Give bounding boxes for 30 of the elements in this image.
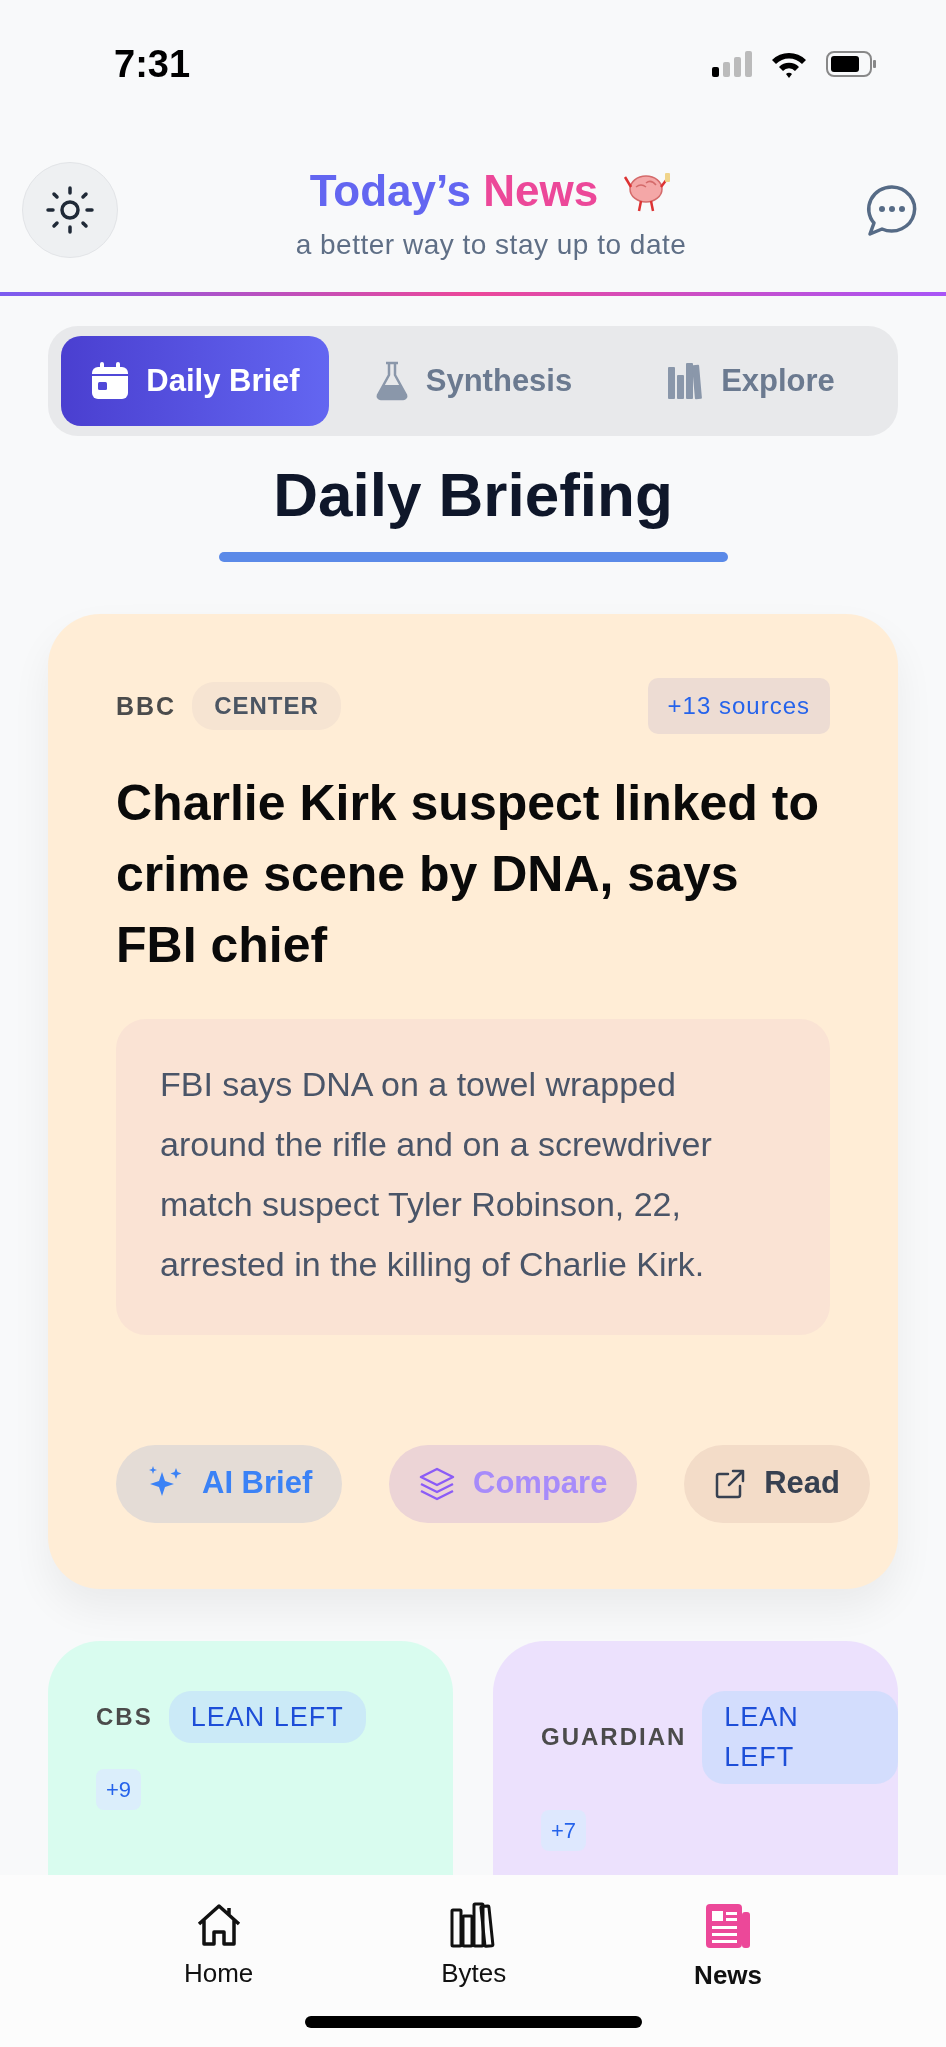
battery-icon [826,51,876,77]
newspaper-icon [704,1902,753,1950]
bias-tag: LEAN LEFT [168,1690,366,1744]
source-text: CBS [96,1701,153,1732]
calendar-icon [90,361,131,401]
read-button[interactable]: Read [684,1444,870,1523]
time-text: 7:31 [114,41,191,87]
bias-tag: LEAN LEFT [702,1690,898,1784]
app-title: Today’s News [309,165,599,217]
bias-tag: CENTER [192,682,341,731]
external-link-icon [714,1467,747,1500]
sun-icon [45,185,95,235]
count-tag: +9 [96,1769,142,1811]
layers-icon [419,1466,456,1501]
source-text: BBC [116,690,177,722]
source-text: GUARDIAN [541,1722,687,1753]
tab[interactable]: Synthesis [339,336,607,426]
tab[interactable]: Daily Brief [61,336,329,426]
sources-count-tag: +13 sources [647,678,830,735]
nav-item[interactable]: Bytes [435,1901,513,1996]
signal-icon [712,51,752,77]
nav-item[interactable]: Home [177,1901,260,1996]
wifi-icon [770,50,808,78]
tab[interactable]: Explore [617,336,885,426]
nav-item[interactable]: News [688,1901,769,1996]
headline-text: Charlie Kirk suspect linked to crime scene by DNA, says FBI chief [116,774,820,976]
summary-text: FBI says DNA on a towel wrapped around the rifle and on a screwdriver match suspect Tyler Robinson, 22, arrested in the killing of Charlie Kirk. [116,1019,830,1335]
section-heading: Daily Briefing [272,459,674,531]
count-tag: +7 [541,1809,587,1851]
subtitle-text: a better way to stay up to date [295,228,687,262]
